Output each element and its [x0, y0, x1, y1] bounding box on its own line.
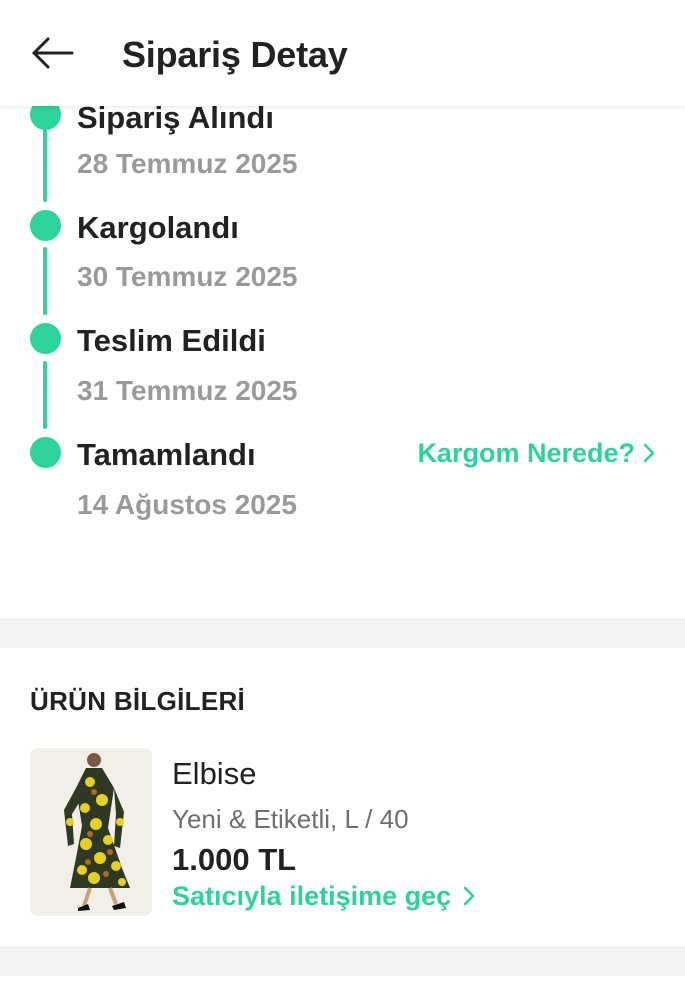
section-divider — [0, 946, 685, 976]
order-status-timeline: Sipariş Alındı 28 Temmuz 2025 Kargolandı… — [0, 106, 685, 618]
timeline-dot — [30, 106, 61, 130]
product-info-section: ÜRÜN BİLGİLERİ Elbise Yeni & Etiketli, L… — [0, 648, 685, 946]
timeline-status: Tamamlandı — [77, 437, 256, 472]
timeline-date: 28 Temmuz 2025 — [77, 148, 298, 179]
timeline-connector — [43, 247, 47, 315]
timeline-status: Sipariş Alındı — [77, 106, 274, 135]
product-condition-size: Yeni & Etiketli, L / 40 — [172, 804, 409, 834]
timeline-connector — [43, 126, 47, 202]
top-app-bar: Sipariş Detay — [0, 0, 685, 106]
page-title: Sipariş Detay — [122, 34, 348, 75]
timeline-dot — [30, 210, 61, 241]
timeline-status: Teslim Edildi — [77, 323, 266, 358]
chevron-right-icon — [463, 882, 475, 913]
contact-seller-link[interactable]: Satıcıyla iletişime geç — [172, 881, 475, 913]
chevron-right-icon — [643, 439, 655, 470]
timeline-connector — [43, 361, 47, 429]
timeline-dot — [30, 437, 61, 468]
timeline-date: 31 Temmuz 2025 — [77, 375, 298, 406]
timeline-date: 30 Temmuz 2025 — [77, 261, 298, 292]
track-shipment-label: Kargom Nerede? — [417, 438, 635, 468]
timeline-status: Kargolandı — [77, 210, 239, 245]
timeline-date: 14 Ağustos 2025 — [77, 489, 297, 520]
product-image[interactable] — [30, 748, 152, 916]
section-divider — [0, 618, 685, 648]
back-button[interactable] — [26, 30, 82, 76]
product-price: 1.000 TL — [172, 842, 297, 877]
track-shipment-link[interactable]: Kargom Nerede? — [417, 438, 655, 470]
timeline-dot — [30, 323, 61, 354]
product-name: Elbise — [172, 756, 257, 791]
contact-seller-label: Satıcıyla iletişime geç — [172, 881, 452, 911]
section-title: ÜRÜN BİLGİLERİ — [30, 686, 246, 716]
arrow-left-icon — [32, 37, 74, 69]
